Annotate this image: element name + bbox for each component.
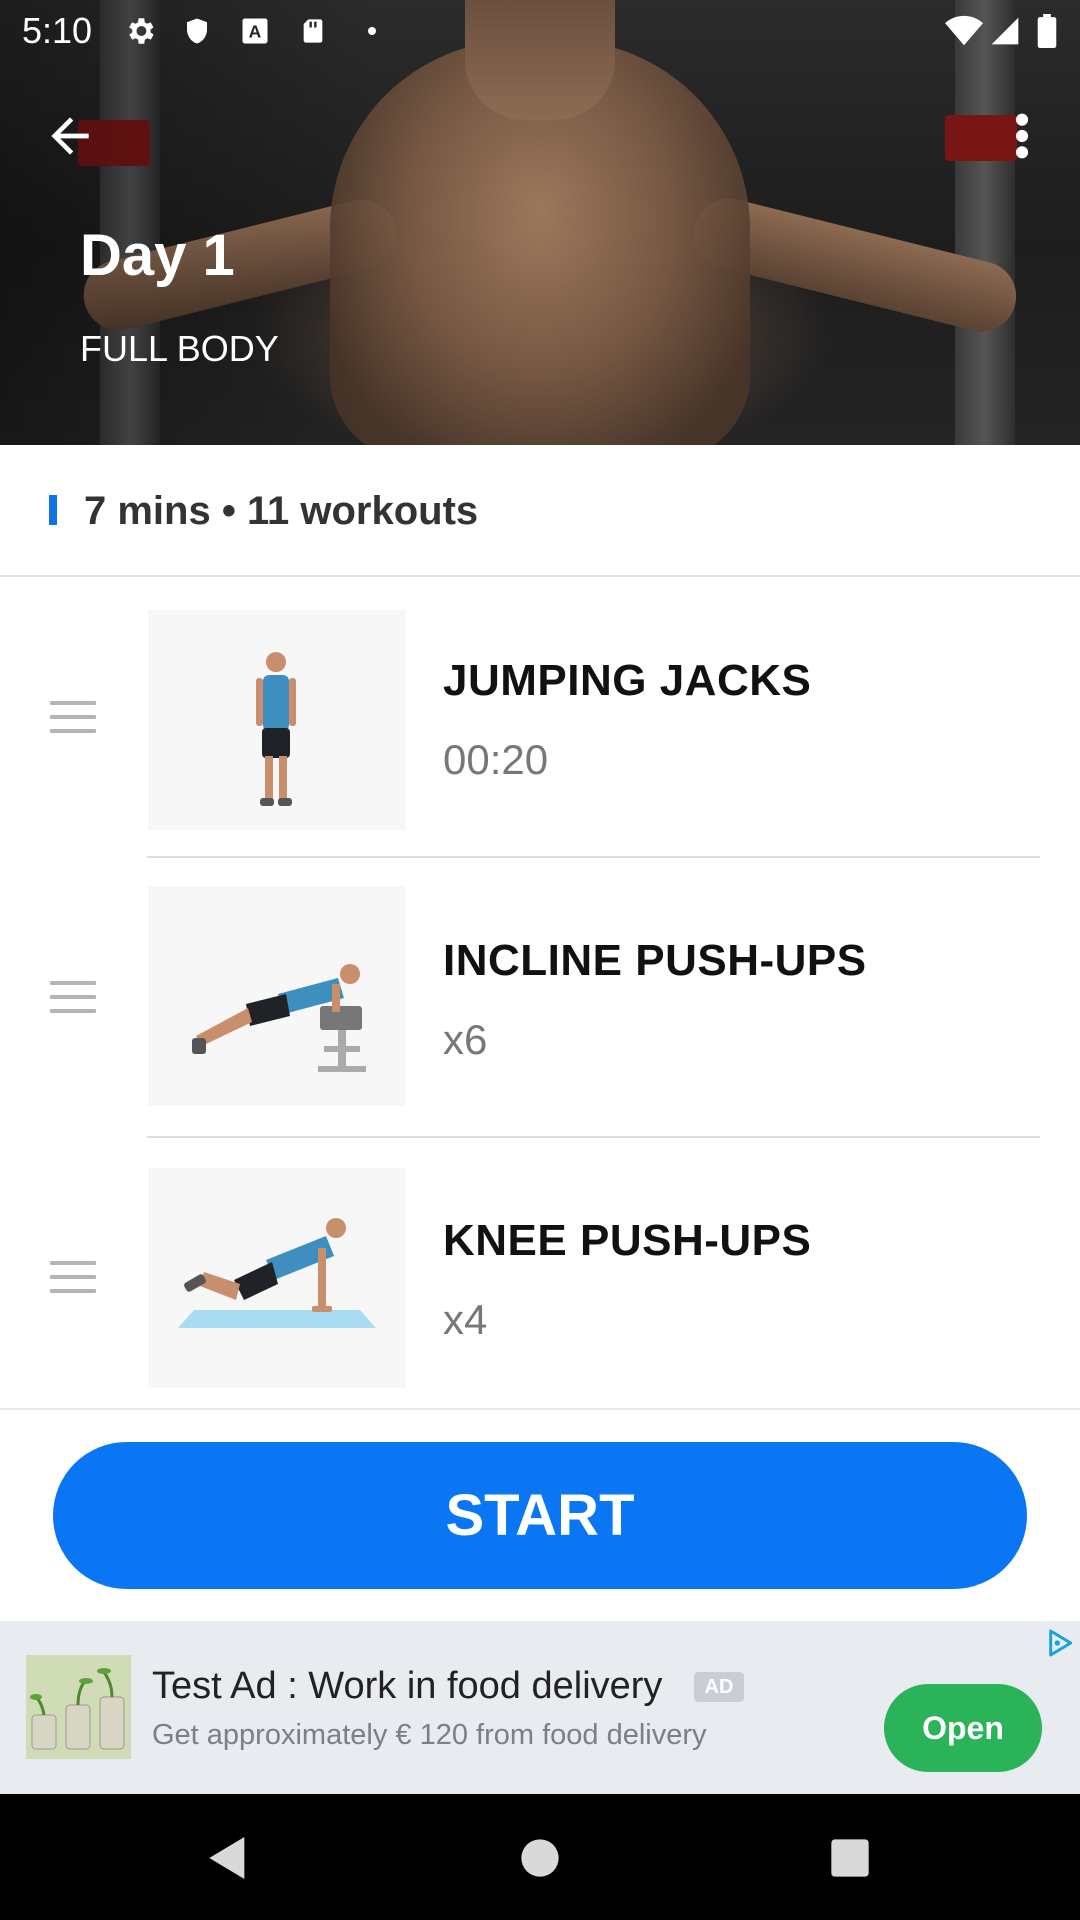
battery-icon [1036, 14, 1058, 48]
back-button[interactable] [42, 108, 104, 164]
drag-handle-icon[interactable] [50, 981, 96, 1015]
sd-card-icon [296, 14, 330, 48]
drag-handle-icon[interactable] [50, 701, 96, 735]
exercise-name: JUMPING JACKS [443, 656, 812, 705]
adchoices-icon[interactable] [1044, 1627, 1076, 1659]
system-nav-bar [0, 1794, 1080, 1920]
exercise-row[interactable]: KNEE PUSH-UPS x4 [0, 1138, 1080, 1408]
page-subtitle: FULL BODY [80, 328, 279, 369]
recents-square-icon[interactable] [822, 1830, 878, 1886]
home-circle-icon[interactable] [512, 1830, 568, 1886]
status-time: 5:10 [22, 10, 93, 51]
svg-text:A: A [249, 21, 262, 41]
exercise-row[interactable]: JUMPING JACKS 00:20 [0, 578, 1080, 858]
standing-man-illustration [148, 610, 406, 830]
status-bar: 5:10 A [0, 0, 1080, 62]
summary-text: 7 mins • 11 workouts [84, 489, 479, 533]
text-a-icon: A [238, 14, 272, 48]
start-button[interactable]: START [53, 1442, 1027, 1589]
summary-accent-bar [49, 495, 57, 525]
arrow-back-icon [42, 117, 98, 168]
drag-handle-icon[interactable] [50, 1261, 96, 1295]
more-vertical-icon [1000, 113, 1044, 168]
ad-title: Test Ad : Work in food delivery [152, 1665, 663, 1707]
ad-image [26, 1655, 131, 1759]
ad-description: Get approximately € 120 from food delive… [152, 1719, 707, 1751]
workout-summary: 7 mins • 11 workouts [0, 445, 1080, 577]
exercise-reps: x6 [443, 1016, 488, 1063]
exercise-duration: 00:20 [443, 736, 549, 783]
exercise-row[interactable]: INCLINE PUSH-UPS x6 [0, 858, 1080, 1138]
gear-icon [122, 14, 158, 48]
dot-icon [362, 14, 382, 48]
back-triangle-icon[interactable] [200, 1830, 256, 1886]
page-title: Day 1 [80, 223, 235, 288]
knee-pushup-illustration [148, 1168, 406, 1388]
exercise-name: KNEE PUSH-UPS [443, 1216, 812, 1265]
signal-icon [988, 14, 1022, 48]
ad-badge: AD [694, 1672, 744, 1702]
list-divider [0, 1408, 1080, 1410]
wifi-icon [944, 14, 984, 48]
incline-pushup-illustration [148, 886, 406, 1106]
exercise-reps: x4 [443, 1296, 488, 1343]
ad-open-button[interactable]: Open [884, 1684, 1042, 1772]
ad-banner[interactable]: Test Ad : Work in food delivery AD Get a… [0, 1621, 1080, 1794]
exercise-name: INCLINE PUSH-UPS [443, 936, 867, 985]
more-options-button[interactable] [1000, 108, 1044, 164]
shield-icon [180, 14, 214, 48]
